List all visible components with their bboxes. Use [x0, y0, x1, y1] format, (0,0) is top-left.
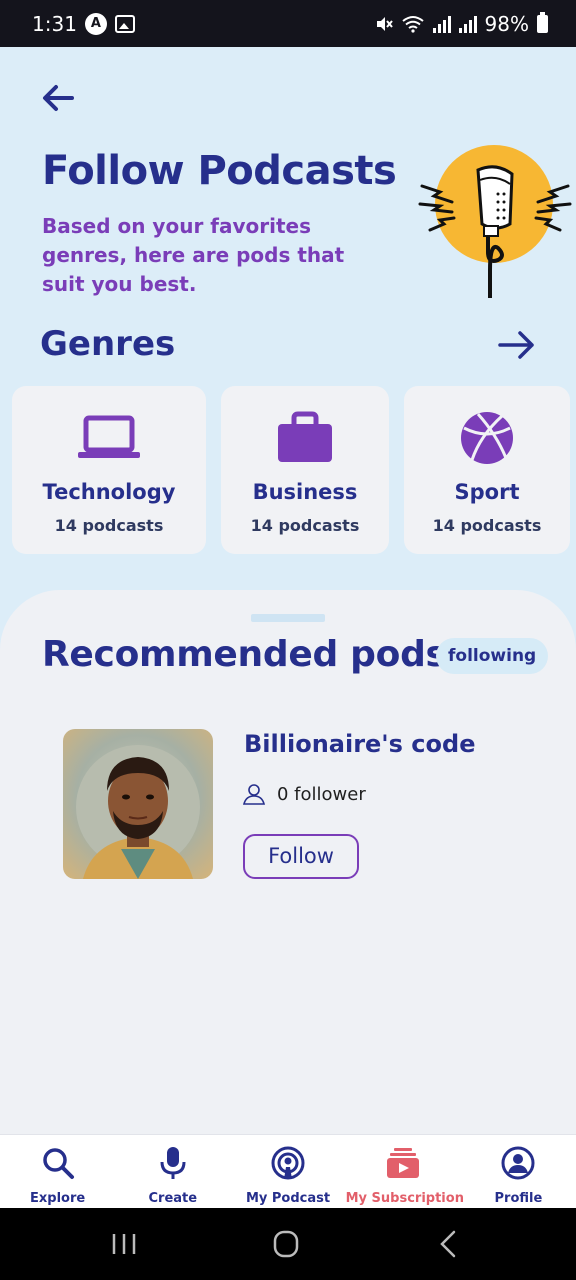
- podcast-name[interactable]: Billionaire's code: [244, 730, 475, 758]
- bottom-nav: Explore Create My Podcast My Subscriptio…: [0, 1134, 576, 1208]
- recommended-sheet: Recommended pods following Billionaire's…: [0, 590, 576, 1150]
- genre-card-technology[interactable]: Technology 14 podcasts: [12, 386, 206, 554]
- system-nav-bar: [0, 1208, 576, 1280]
- nav-profile[interactable]: Profile: [461, 1135, 576, 1208]
- nav-label: Explore: [30, 1191, 86, 1206]
- genres-heading: Genres: [40, 324, 176, 364]
- back-arrow-icon[interactable]: [38, 78, 78, 118]
- battery-icon: [537, 11, 548, 33]
- genre-card-sport[interactable]: Sport 14 podcasts: [404, 386, 570, 554]
- nav-label: My Subscription: [345, 1191, 464, 1206]
- laptop-icon: [78, 415, 140, 458]
- recommended-heading: Recommended pods: [42, 634, 447, 675]
- user-icon: [242, 784, 266, 805]
- back-icon[interactable]: [428, 1226, 468, 1262]
- genre-card-business[interactable]: Business 14 podcasts: [221, 386, 389, 554]
- mute-icon: [376, 16, 393, 31]
- image-notification-icon: [114, 14, 135, 33]
- recent-apps-icon[interactable]: [104, 1226, 144, 1262]
- podcast-icon: [271, 1146, 305, 1180]
- genre-count: 14 podcasts: [54, 516, 164, 535]
- genre-name: Sport: [454, 480, 520, 504]
- page-subtitle: Based on your favorites genres, here are…: [42, 214, 345, 296]
- follow-button[interactable]: Follow: [243, 834, 359, 879]
- avatar-portrait-icon: [76, 745, 200, 879]
- search-icon: [42, 1148, 74, 1179]
- arrow-right-icon[interactable]: [496, 326, 538, 364]
- page-title: Follow Podcasts: [42, 148, 397, 194]
- battery-percent: 98%: [484, 11, 529, 36]
- status-bar: 1:31 A 98%: [0, 0, 576, 47]
- microphone-illustration: [418, 145, 572, 298]
- genre-count: 14 podcasts: [432, 516, 542, 535]
- genre-name: Technology: [42, 480, 176, 504]
- signal-icon-2: [458, 15, 477, 33]
- basketball-icon: [461, 412, 513, 464]
- nav-label: My Podcast: [245, 1191, 331, 1206]
- app-notification-icon: A: [84, 12, 107, 35]
- wifi-icon: [401, 15, 424, 33]
- genre-name: Business: [252, 480, 358, 504]
- podcast-avatar[interactable]: [63, 729, 213, 879]
- genre-count: 14 podcasts: [250, 516, 360, 535]
- nav-my-subscription[interactable]: My Subscription: [345, 1135, 464, 1208]
- home-icon[interactable]: [266, 1226, 306, 1262]
- signal-icon: [432, 15, 451, 33]
- status-time: 1:31: [32, 11, 77, 36]
- subscription-icon: [387, 1148, 420, 1178]
- briefcase-icon: [278, 411, 332, 462]
- microphone-icon: [160, 1147, 186, 1179]
- nav-my-podcast[interactable]: My Podcast: [230, 1135, 345, 1208]
- follower-count: 0 follower: [277, 784, 366, 805]
- sheet-handle[interactable]: [251, 614, 325, 622]
- nav-create[interactable]: Create: [115, 1135, 230, 1208]
- profile-icon: [501, 1146, 535, 1180]
- following-badge[interactable]: following: [436, 638, 549, 674]
- nav-label: Profile: [494, 1191, 543, 1206]
- nav-label: Create: [148, 1191, 198, 1206]
- nav-explore[interactable]: Explore: [0, 1135, 115, 1208]
